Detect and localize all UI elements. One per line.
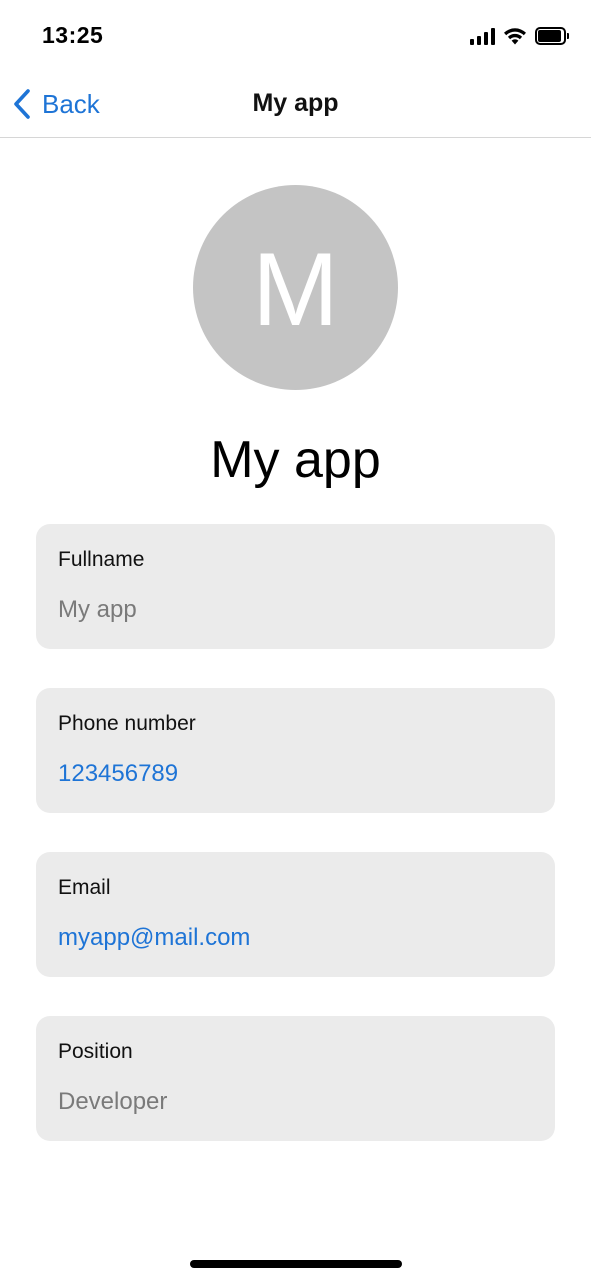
phone-number-label: Phone number — [58, 712, 196, 735]
phone-number-link[interactable]: 123456789 — [58, 760, 178, 788]
email-card: Email myapp@mail.com — [36, 852, 555, 977]
profile-name: My app — [210, 431, 381, 489]
wifi-icon — [504, 28, 526, 45]
home-indicator[interactable] — [190, 1260, 402, 1268]
position-value: Developer — [58, 1088, 168, 1115]
position-label: Position — [58, 1040, 133, 1063]
navigation-bar: Back My app — [0, 72, 591, 138]
status-icons — [470, 25, 569, 47]
email-link[interactable]: myapp@mail.com — [58, 924, 250, 952]
avatar: M — [193, 185, 398, 390]
battery-icon — [535, 27, 569, 45]
fullname-value: My app — [58, 596, 137, 623]
email-label: Email — [58, 876, 111, 899]
position-card: Position Developer — [36, 1016, 555, 1141]
avatar-initial: M — [252, 231, 339, 348]
nav-title: My app — [252, 89, 339, 117]
status-bar: 13:25 — [0, 0, 591, 72]
phone-number-card: Phone number 123456789 — [36, 688, 555, 813]
fullname-label: Fullname — [58, 548, 145, 571]
fullname-card: Fullname My app — [36, 524, 555, 649]
signal-icon — [470, 27, 495, 45]
profile-screen: 13:25 Back My app M My app Fullname My a… — [0, 0, 591, 1280]
status-time: 13:25 — [42, 22, 104, 48]
